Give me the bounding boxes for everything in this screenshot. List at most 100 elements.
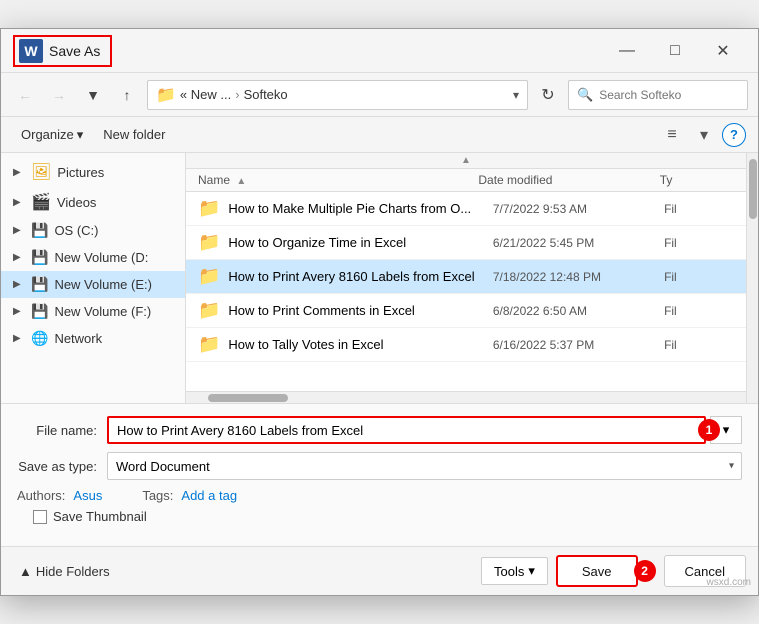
- sort-arrow: ▲: [236, 176, 246, 187]
- sidebar-label: New Volume (E:): [54, 277, 177, 292]
- sidebar-item-volf[interactable]: ▶ 💾 New Volume (F:): [1, 298, 185, 325]
- toolbar-right: ≡ ▾ ?: [658, 121, 746, 149]
- search-input[interactable]: [599, 88, 754, 102]
- file-row-3[interactable]: 📁 How to Print Avery 8160 Labels from Ex…: [186, 260, 746, 294]
- file-type: Fil: [664, 304, 734, 318]
- file-name: How to Print Comments in Excel: [228, 303, 492, 318]
- filename-row: File name: 1 ▾: [17, 416, 742, 444]
- filename-input[interactable]: [107, 416, 706, 444]
- file-type: Fil: [664, 338, 734, 352]
- refresh-button[interactable]: ↻: [534, 81, 562, 109]
- address-bar: ← → ▼ ↑ 📁 « New ... › Softeko ▾ ↻ 🔍: [1, 73, 758, 117]
- sidebar-item-vold[interactable]: ▶ 💾 New Volume (D:: [1, 244, 185, 271]
- videos-icon: 🎬: [31, 192, 51, 212]
- help-button[interactable]: ?: [722, 123, 746, 147]
- col-name-header[interactable]: Name ▲: [198, 173, 478, 187]
- file-date: 7/7/2022 9:53 AM: [493, 202, 664, 216]
- chevron-icon: ▶: [13, 333, 25, 344]
- sidebar-label: Videos: [57, 195, 177, 210]
- folder-icon: 📁: [198, 334, 220, 355]
- minimize-button[interactable]: —: [604, 35, 650, 67]
- sidebar-item-pictures[interactable]: ▶ 🖼 Pictures: [1, 157, 185, 187]
- chevron-icon: ▶: [13, 225, 25, 236]
- filetype-row: Save as type: Word Document ▾: [17, 452, 742, 480]
- main-area: ▶ 🖼 Pictures ▶ 🎬 Videos ▶ 💾 OS (C:) ▶ 💾 …: [1, 153, 758, 403]
- filetype-label: Save as type:: [17, 459, 107, 474]
- file-row-1[interactable]: 📁 How to Make Multiple Pie Charts from O…: [186, 192, 746, 226]
- folder-icon: 📁: [198, 198, 220, 219]
- sidebar: ▶ 🖼 Pictures ▶ 🎬 Videos ▶ 💾 OS (C:) ▶ 💾 …: [1, 153, 186, 403]
- drive-icon: 💾: [31, 303, 48, 320]
- hide-folders-button[interactable]: ▲ Hide Folders: [13, 560, 116, 583]
- badge-2: 2: [634, 560, 656, 582]
- forward-button[interactable]: →: [45, 81, 73, 109]
- save-button[interactable]: Save: [556, 555, 638, 587]
- new-folder-button[interactable]: New folder: [95, 124, 173, 145]
- chevron-icon: ▶: [13, 167, 25, 178]
- sidebar-item-vole[interactable]: ▶ 💾 New Volume (E:): [1, 271, 185, 298]
- thumbnail-row: Save Thumbnail: [17, 509, 742, 524]
- file-list: 📁 How to Make Multiple Pie Charts from O…: [186, 192, 746, 391]
- file-date: 6/8/2022 6:50 AM: [493, 304, 664, 318]
- action-bar: ▲ Hide Folders Tools ▾ Save 2 Cancel: [1, 546, 758, 595]
- tags-group: Tags: Add a tag: [142, 488, 237, 503]
- file-name: How to Print Avery 8160 Labels from Exce…: [228, 269, 492, 284]
- back-button[interactable]: ←: [11, 81, 39, 109]
- chevron-icon: ▶: [13, 306, 25, 317]
- tools-button[interactable]: Tools ▾: [481, 557, 548, 585]
- view-button[interactable]: ≡: [658, 121, 686, 149]
- breadcrumb-separator: ›: [235, 87, 239, 102]
- tags-value[interactable]: Add a tag: [181, 488, 237, 503]
- organize-button[interactable]: Organize ▾: [13, 124, 91, 146]
- horizontal-scrollbar[interactable]: [186, 391, 746, 403]
- folder-icon: 📁: [198, 232, 220, 253]
- drive-icon: 💾: [31, 222, 48, 239]
- breadcrumb-part1[interactable]: « New ...: [180, 87, 231, 102]
- scroll-thumb: [749, 159, 757, 219]
- filetype-select-wrapper: Word Document ▾: [107, 452, 742, 480]
- file-row-2[interactable]: 📁 How to Organize Time in Excel 6/21/202…: [186, 226, 746, 260]
- maximize-button[interactable]: □: [652, 35, 698, 67]
- sidebar-label: OS (C:): [54, 223, 177, 238]
- meta-row: Authors: Asus Tags: Add a tag: [17, 488, 742, 503]
- col-type-header[interactable]: Ty: [660, 173, 734, 187]
- authors-label: Authors:: [17, 488, 65, 503]
- authors-value[interactable]: Asus: [73, 488, 102, 503]
- toolbar: Organize ▾ New folder ≡ ▾ ?: [1, 117, 758, 153]
- sidebar-item-osc[interactable]: ▶ 💾 OS (C:): [1, 217, 185, 244]
- sidebar-item-videos[interactable]: ▶ 🎬 Videos: [1, 187, 185, 217]
- dialog-title: Save As: [49, 43, 100, 59]
- recent-locations-button[interactable]: ▼: [79, 81, 107, 109]
- title-bar-left: W Save As: [13, 35, 112, 67]
- sidebar-label: New Volume (D:: [54, 250, 177, 265]
- close-button[interactable]: ✕: [700, 35, 746, 67]
- file-row-4[interactable]: 📁 How to Print Comments in Excel 6/8/202…: [186, 294, 746, 328]
- filename-label: File name:: [17, 423, 107, 438]
- file-name: How to Tally Votes in Excel: [228, 337, 492, 352]
- breadcrumb-dropdown-button[interactable]: ▾: [513, 88, 519, 102]
- sidebar-item-network[interactable]: ▶ 🌐 Network: [1, 325, 185, 352]
- badge-1: 1: [698, 419, 720, 441]
- pictures-icon: 🖼: [31, 162, 51, 182]
- save-button-container: Save 2: [556, 555, 656, 587]
- file-row-5[interactable]: 📁 How to Tally Votes in Excel 6/16/2022 …: [186, 328, 746, 362]
- file-list-header: Name ▲ Date modified Ty: [186, 169, 746, 192]
- vertical-scrollbar[interactable]: [746, 153, 758, 403]
- breadcrumb-part2[interactable]: Softeko: [244, 87, 288, 102]
- file-date: 7/18/2022 12:48 PM: [493, 270, 664, 284]
- sort-button[interactable]: ▾: [690, 121, 718, 149]
- chevron-icon: ▶: [13, 252, 25, 263]
- drive-icon: 💾: [31, 276, 48, 293]
- folder-icon: 📁: [198, 300, 220, 321]
- thumbnail-checkbox[interactable]: [33, 510, 47, 524]
- chevron-icon: ▶: [13, 197, 25, 208]
- dropdown-arrow-icon: ▾: [723, 422, 730, 438]
- file-date: 6/21/2022 5:45 PM: [493, 236, 664, 250]
- folder-icon: 📁: [156, 85, 176, 105]
- bottom-form: File name: 1 ▾ Save as type: Word Docume…: [1, 403, 758, 546]
- watermark: wsxd.com: [707, 577, 751, 588]
- col-date-header[interactable]: Date modified: [478, 173, 659, 187]
- title-bar: W Save As — □ ✕: [1, 29, 758, 73]
- filetype-select[interactable]: Word Document: [107, 452, 742, 480]
- up-button[interactable]: ↑: [113, 81, 141, 109]
